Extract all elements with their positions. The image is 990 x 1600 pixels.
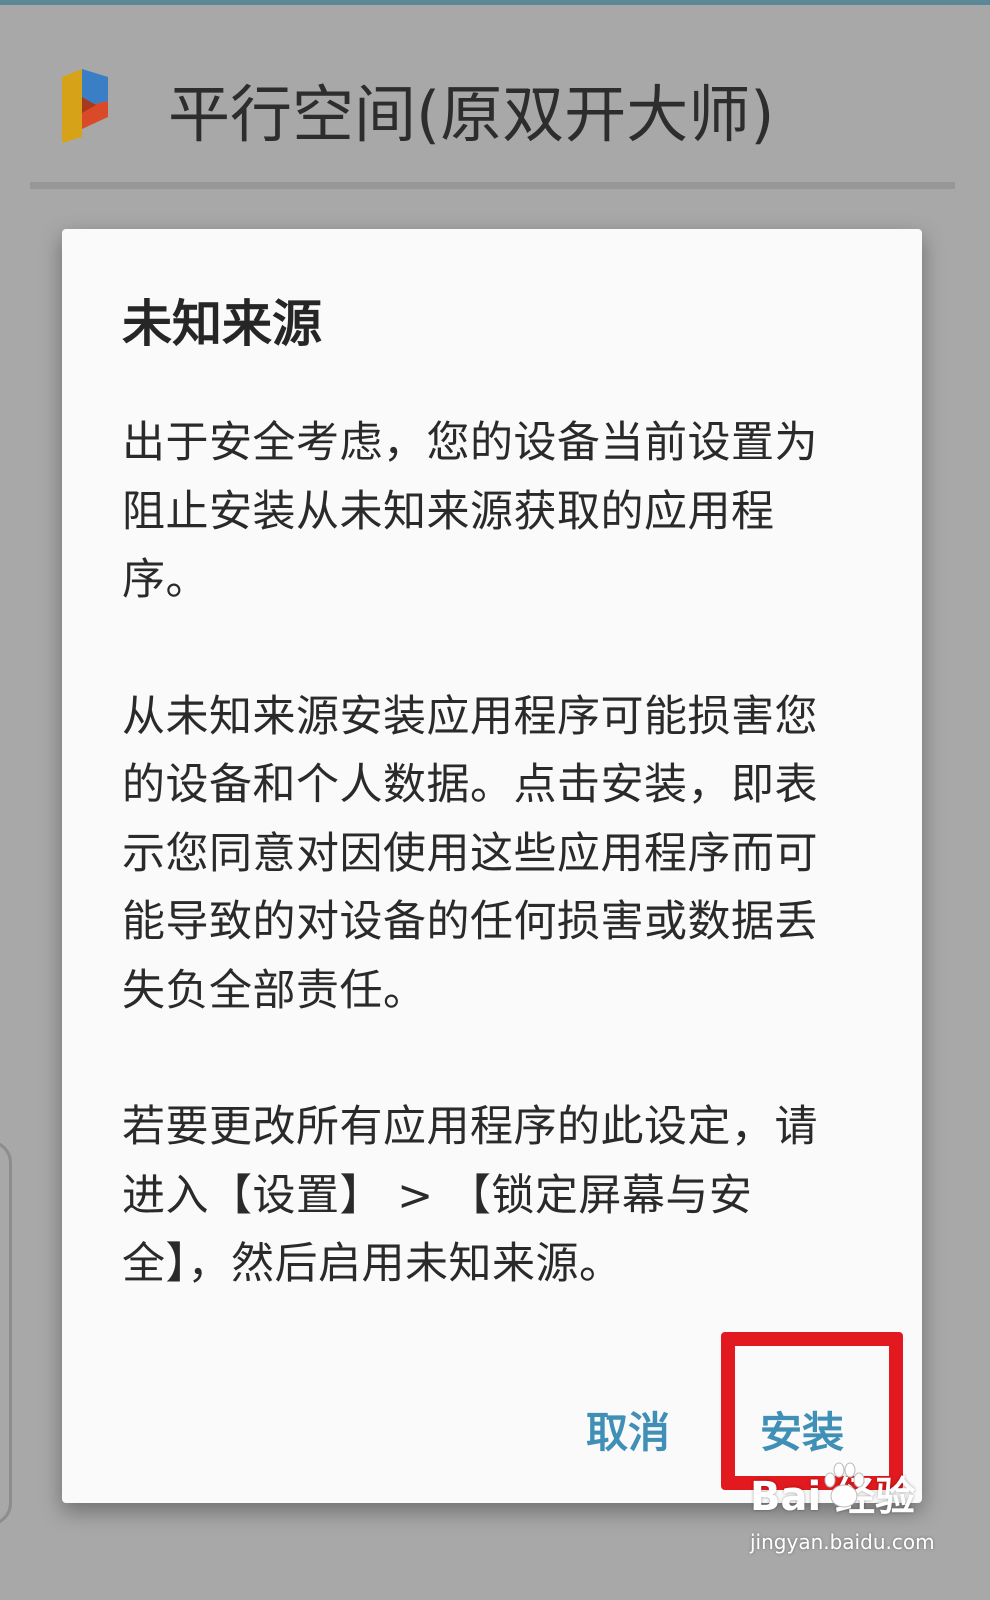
unknown-sources-dialog: 未知来源 出于安全考虑，您的设备当前设置为阻止安装从未知来源获取的应用程序。 从…: [62, 229, 922, 1503]
dialog-paragraph-security: 出于安全考虑，您的设备当前设置为阻止安装从未知来源获取的应用程序。: [122, 418, 818, 605]
watermark-url: jingyan.baidu.com: [750, 1530, 935, 1554]
parallel-space-logo-icon: [62, 69, 108, 143]
app-header: 平行空间(原双开大师): [0, 5, 990, 185]
header-divider: [30, 182, 955, 189]
dialog-title: 未知来源: [122, 295, 322, 353]
dialog-paragraph-settings-hint: 若要更改所有应用程序的此设定，请进入【设置】 > 【锁定屏幕与安全】，然后启用未…: [122, 1102, 818, 1289]
app-title: 平行空间(原双开大师): [168, 78, 775, 151]
cancel-button[interactable]: 取消: [586, 1403, 670, 1463]
baidu-jingyan-watermark: Bai 经验 jingyan.baidu.com: [740, 1462, 970, 1582]
screen-edge-curve: [0, 1140, 12, 1526]
baidu-paw-icon: [824, 1462, 865, 1508]
dialog-paragraph-risk: 从未知来源安装应用程序可能损害您的设备和个人数据。点击安装，即表示您同意对因使用…: [122, 691, 818, 1016]
dialog-message: 出于安全考虑，您的设备当前设置为阻止安装从未知来源获取的应用程序。 从未知来源安…: [122, 409, 832, 1299]
screen: 平行空间(原双开大师) 未知来源 出于安全考虑，您的设备当前设置为阻止安装从未知…: [0, 0, 990, 1600]
